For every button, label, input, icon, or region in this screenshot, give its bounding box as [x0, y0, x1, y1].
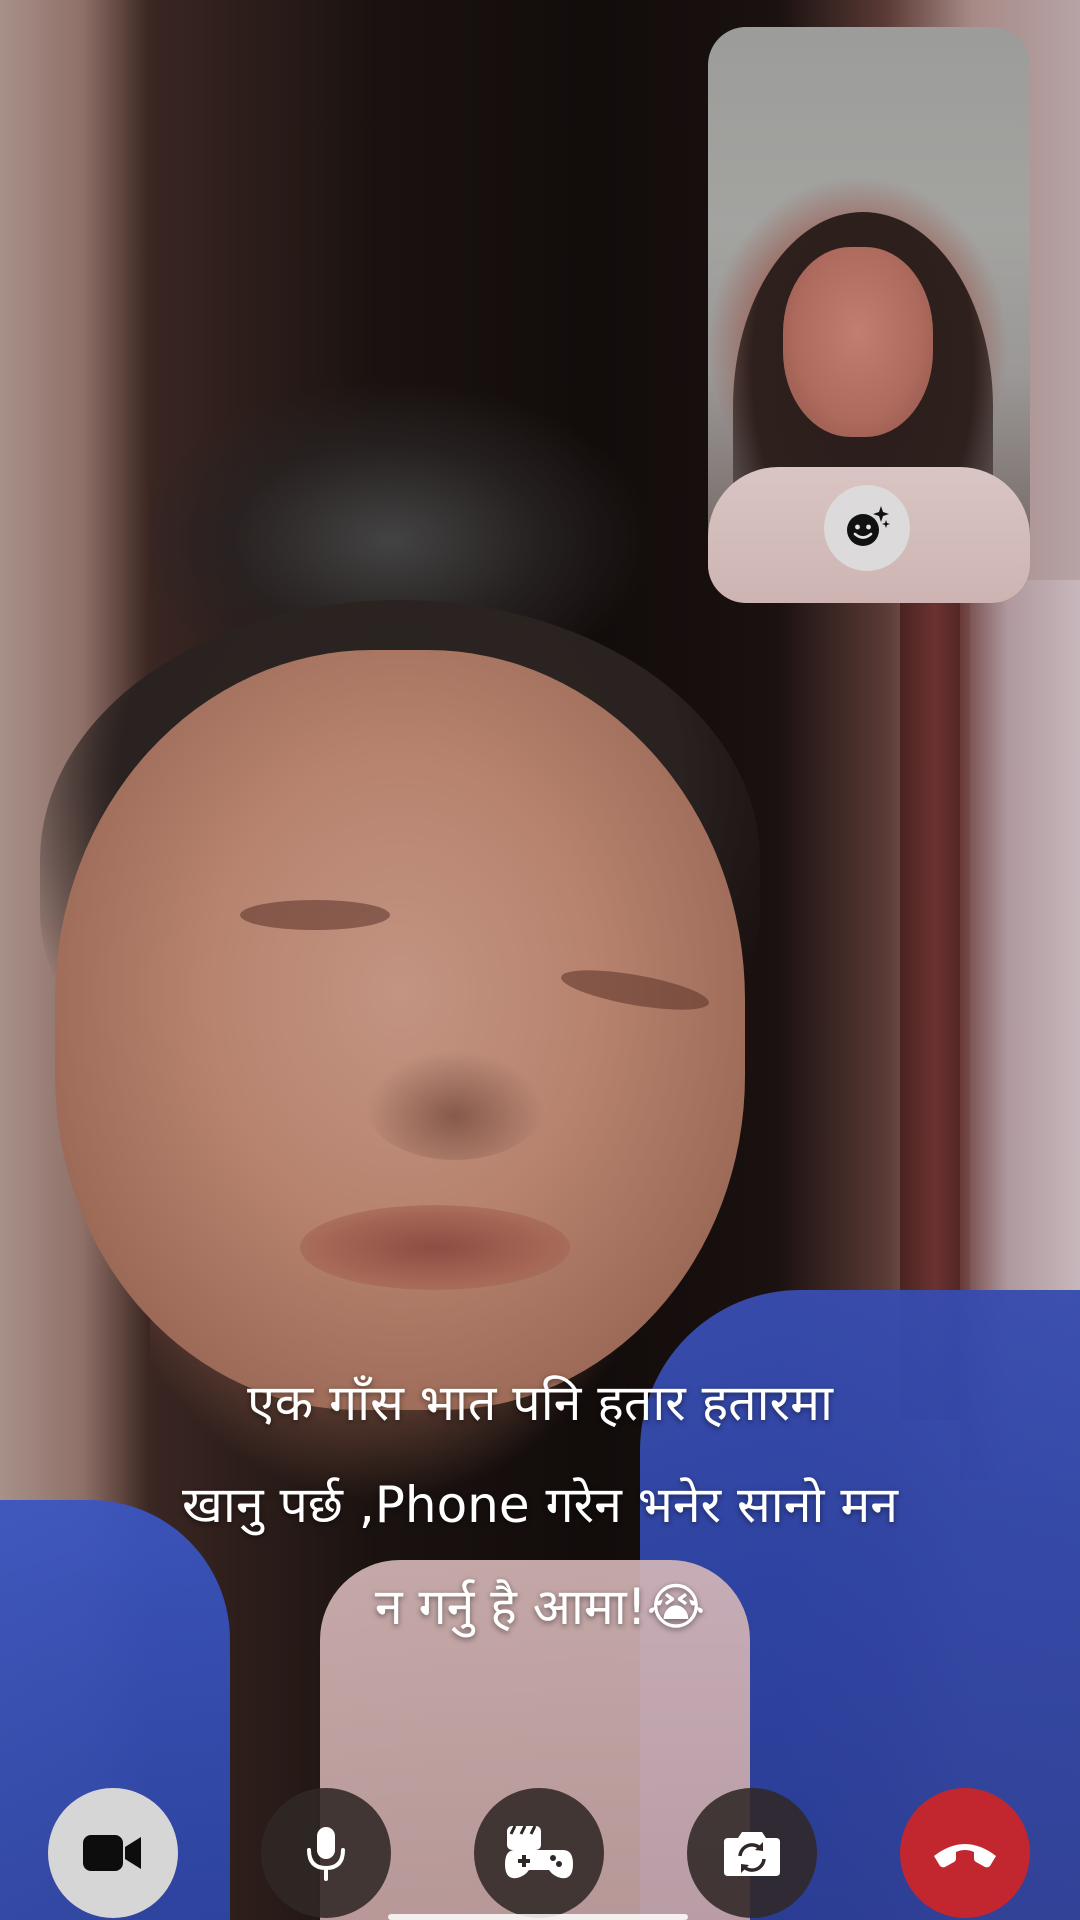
- flip-camera-icon: [724, 1832, 780, 1876]
- self-view-video[interactable]: [708, 27, 1030, 603]
- microphone-icon: [307, 1827, 345, 1881]
- remote-participant-face: [55, 650, 745, 1410]
- video-caption: एक गाँस भात पनि हतार हतारमा खानु पर्छ ,P…: [60, 1352, 1020, 1658]
- face-effects-icon: [847, 506, 890, 546]
- microphone-toggle-button[interactable]: [261, 1788, 391, 1918]
- caption-line-1: एक गाँस भात पनि हतार हतारमा: [247, 1374, 833, 1432]
- camera-toggle-button[interactable]: [48, 1788, 178, 1918]
- caption-line-2: खानु पर्छ ,Phone गरेन भनेर सानो मन: [182, 1476, 898, 1534]
- end-call-button[interactable]: [900, 1788, 1030, 1918]
- call-controls-bar: [0, 1786, 1080, 1920]
- activities-button[interactable]: [474, 1788, 604, 1918]
- caption-line-3: न गर्नु है आमा!😭: [374, 1578, 706, 1636]
- video-camera-icon: [83, 1835, 141, 1871]
- effects-button[interactable]: [824, 485, 910, 571]
- game-controller-icon: [505, 1825, 573, 1879]
- end-call-icon: [934, 1844, 996, 1868]
- home-indicator[interactable]: [388, 1914, 688, 1920]
- flip-camera-button[interactable]: [687, 1788, 817, 1918]
